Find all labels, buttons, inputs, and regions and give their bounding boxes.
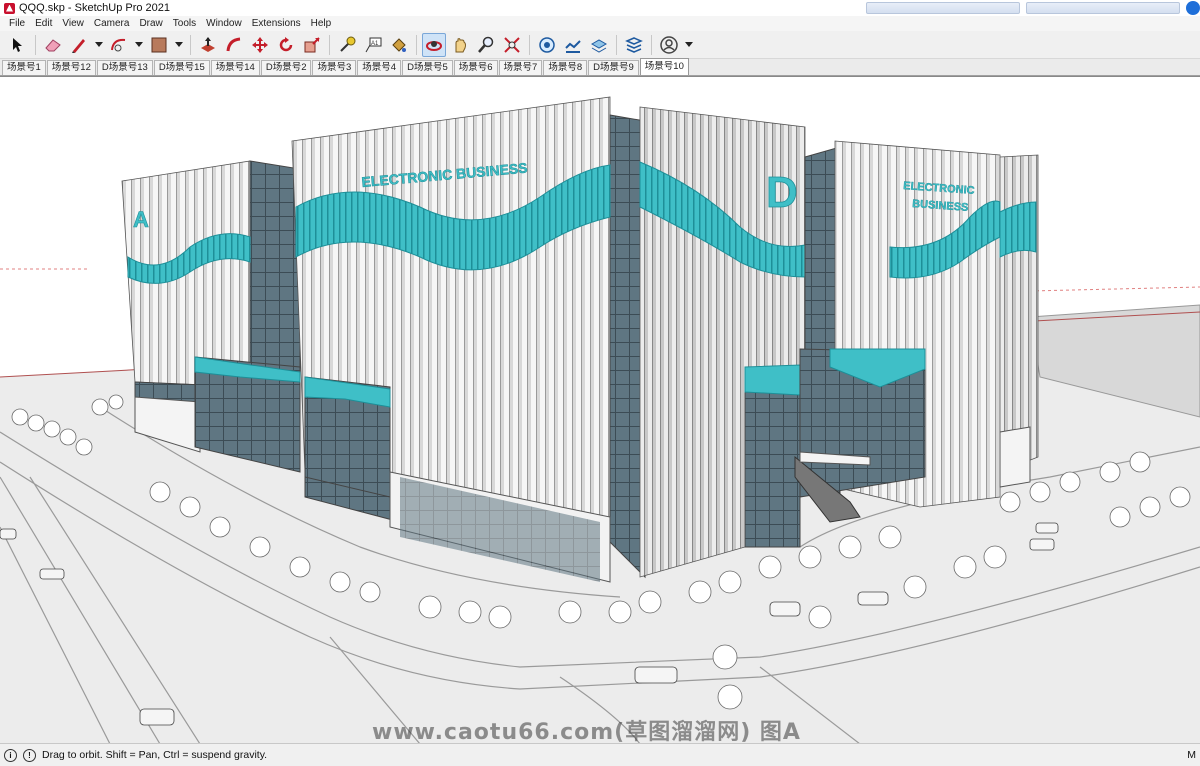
scene-tab[interactable]: 场景号14 <box>210 60 260 75</box>
svg-text:A1: A1 <box>371 41 379 47</box>
account-dropdown-icon[interactable] <box>683 33 695 57</box>
toolbar-separator <box>35 34 36 55</box>
scene-tab[interactable]: 场景号3 <box>312 60 357 75</box>
send-to-layout-icon[interactable] <box>622 33 646 57</box>
push-pull-icon[interactable] <box>196 33 220 57</box>
add-location-icon[interactable] <box>535 33 559 57</box>
scene-tab[interactable]: 场景号1 <box>2 60 46 75</box>
rectangle-dropdown-icon[interactable] <box>173 33 185 57</box>
building-d-letter: D <box>766 168 798 217</box>
scene-tab[interactable]: D场景号9 <box>588 60 639 75</box>
status-hint: Drag to orbit. Shift = Pan, Ctrl = suspe… <box>42 749 268 761</box>
pencil-dropdown-icon[interactable] <box>93 33 105 57</box>
toolbar-separator <box>190 34 191 55</box>
scene-tabs: 场景号1 场景号12 D场景号13 D场景号15 场景号14 D场景号2 场景号… <box>0 58 1200 76</box>
toolbar-separator <box>416 34 417 55</box>
title-bar: QQQ.skp - SketchUp Pro 2021 <box>0 0 1200 16</box>
pencil-icon[interactable] <box>67 33 91 57</box>
menu-edit[interactable]: Edit <box>30 18 57 29</box>
sketchup-window: QQQ.skp - SketchUp Pro 2021 File Edit Vi… <box>0 0 1200 766</box>
georeference-status-icon[interactable]: i <box>4 748 17 762</box>
background-tab <box>1026 2 1180 14</box>
sketchup-logo-icon <box>4 2 15 14</box>
scene-tab[interactable]: 场景号12 <box>46 60 96 75</box>
scene-tab[interactable]: D场景号5 <box>402 60 453 75</box>
scene-tab-active[interactable]: 场景号10 <box>639 58 689 75</box>
background-window-strip <box>860 0 1200 16</box>
menu-file[interactable]: File <box>4 18 30 29</box>
background-tab <box>866 2 1020 14</box>
toolbar-separator <box>616 34 617 55</box>
scene-tab[interactable]: 场景号8 <box>543 60 588 75</box>
toolbar-separator <box>329 34 330 55</box>
menu-help[interactable]: Help <box>306 18 337 29</box>
scene-tab[interactable]: D场景号13 <box>96 60 153 75</box>
window-title: QQQ.skp - SketchUp Pro 2021 <box>19 2 171 14</box>
menu-extensions[interactable]: Extensions <box>247 18 306 29</box>
tape-measure-icon[interactable] <box>335 33 359 57</box>
building-main <box>291 96 806 583</box>
background-button-icon <box>1186 1 1200 15</box>
menu-window[interactable]: Window <box>201 18 247 29</box>
scene-tab[interactable]: D场景号15 <box>153 60 210 75</box>
text-icon[interactable]: A1 <box>361 33 385 57</box>
menu-camera[interactable]: Camera <box>89 18 135 29</box>
menu-tools[interactable]: Tools <box>168 18 201 29</box>
watermark-text: www.caotu66.com(草图溜溜网) 图A <box>372 720 801 743</box>
model-scene[interactable]: A D ELECTRONIC BUSINESS ELECTRONIC BUSIN… <box>0 77 1200 743</box>
rectangle-icon[interactable] <box>147 33 171 57</box>
toggle-terrain-icon[interactable] <box>561 33 585 57</box>
toolbar-separator <box>651 34 652 55</box>
model-viewport[interactable]: A D ELECTRONIC BUSINESS ELECTRONIC BUSIN… <box>0 76 1200 743</box>
follow-me-icon[interactable] <box>222 33 246 57</box>
move-icon[interactable] <box>248 33 272 57</box>
paint-bucket-icon[interactable] <box>387 33 411 57</box>
menu-bar: File Edit View Camera Draw Tools Window … <box>0 16 1200 31</box>
main-toolbar: A1 <box>0 31 1200 59</box>
zoom-extents-icon[interactable] <box>500 33 524 57</box>
menu-view[interactable]: View <box>57 18 89 29</box>
zoom-icon[interactable] <box>474 33 498 57</box>
scale-icon[interactable] <box>300 33 324 57</box>
scene-tab[interactable]: D场景号2 <box>260 60 312 75</box>
arc-icon[interactable] <box>107 33 131 57</box>
orbit-icon[interactable] <box>422 32 446 57</box>
instructor-info-icon[interactable]: ! <box>23 748 36 762</box>
pan-icon[interactable] <box>448 33 472 57</box>
eraser-icon[interactable] <box>41 33 65 57</box>
sandbox-icon[interactable] <box>587 33 611 57</box>
scene-tab[interactable]: 场景号4 <box>357 60 402 75</box>
select-icon[interactable] <box>6 33 30 57</box>
arc-dropdown-icon[interactable] <box>133 33 145 57</box>
measurements-label[interactable]: M <box>1187 749 1196 761</box>
scene-tab[interactable]: 场景号7 <box>498 60 543 75</box>
menu-draw[interactable]: Draw <box>134 18 167 29</box>
rotate-icon[interactable] <box>274 33 298 57</box>
toolbar-separator <box>529 34 530 55</box>
building-a-letter: A <box>133 207 149 232</box>
status-bar: i ! Drag to orbit. Shift = Pan, Ctrl = s… <box>0 743 1200 766</box>
scene-tab[interactable]: 场景号6 <box>453 60 498 75</box>
account-icon[interactable] <box>657 33 681 57</box>
